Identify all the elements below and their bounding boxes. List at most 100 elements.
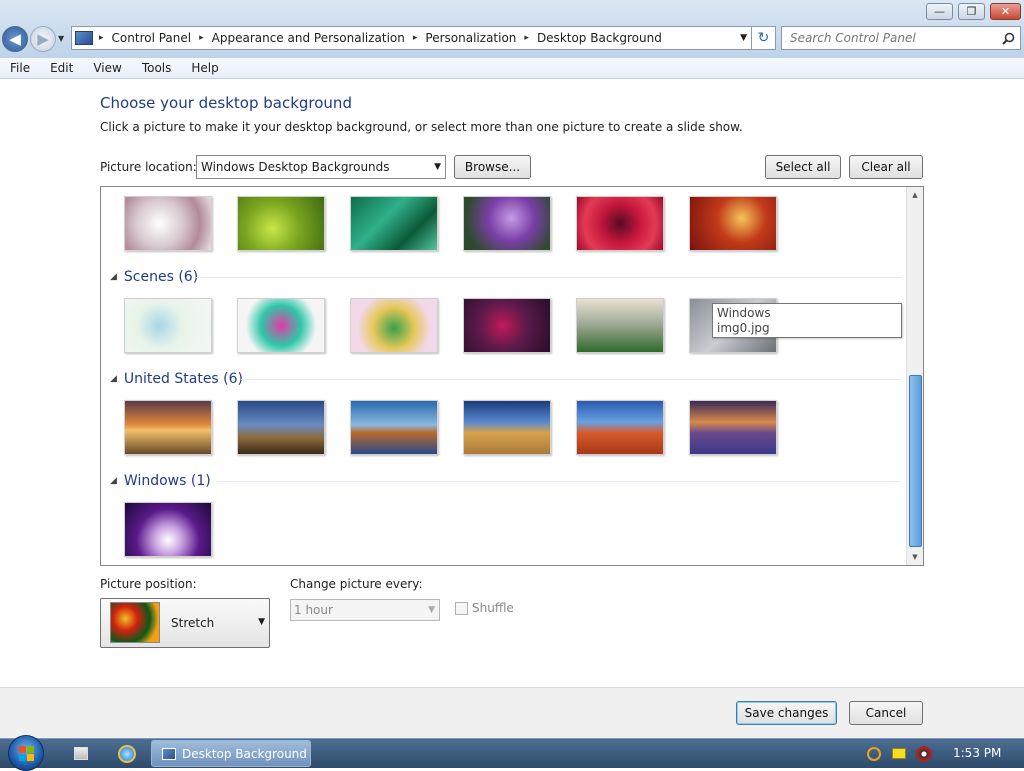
wallpaper-thumbnail[interactable]	[463, 298, 551, 353]
wallpaper-thumbnail[interactable]	[463, 400, 551, 455]
wallpaper-thumbnail[interactable]	[350, 298, 438, 353]
page-title: Choose your desktop background	[100, 94, 352, 112]
start-button[interactable]	[8, 735, 44, 771]
wallpaper-thumbnail[interactable]	[237, 400, 325, 455]
maximize-button[interactable]: ❐	[958, 3, 985, 20]
tray-volume-icon[interactable]	[916, 746, 932, 762]
picture-gallery[interactable]: ◢ Scenes (6) Windows img0.jpg ◢ United Sta…	[100, 186, 924, 566]
tooltip-line: img0.jpg	[717, 321, 770, 335]
wallpaper-thumbnail[interactable]	[350, 196, 438, 251]
scroll-up-arrow-icon[interactable]: ▲	[907, 187, 923, 203]
wallpaper-thumbnail[interactable]	[237, 298, 325, 353]
scroll-down-arrow-icon[interactable]: ▼	[907, 549, 923, 565]
breadcrumb-control-panel[interactable]: Control Panel	[112, 31, 192, 45]
thumbnail-tooltip: Windows img0.jpg	[712, 303, 902, 338]
menu-view[interactable]: View	[83, 61, 131, 75]
picture-position-select[interactable]: Stretch ▼	[100, 598, 270, 648]
menu-help[interactable]: Help	[181, 61, 228, 75]
address-bar[interactable]: ▸ Control Panel ▸ Appearance and Persona…	[71, 26, 776, 50]
internet-explorer-icon[interactable]	[118, 745, 136, 763]
tooltip-line: Windows	[717, 306, 771, 320]
browse-button[interactable]: Browse...	[454, 155, 531, 179]
maximize-icon: ❐	[966, 5, 977, 18]
group-divider	[241, 379, 901, 380]
show-desktop-quicklaunch-icon[interactable]	[74, 747, 88, 760]
shuffle-checkbox[interactable]	[455, 601, 468, 615]
group-label: Windows (1)	[123, 473, 211, 489]
taskbar: Desktop Background 1:53 PM	[0, 735, 1024, 771]
cancel-button[interactable]: Cancel	[849, 701, 923, 725]
tray-flag-icon[interactable]	[892, 748, 906, 759]
windows-logo-icon	[18, 745, 34, 761]
change-interval-select[interactable]: 1 hour ▼	[290, 599, 440, 621]
taskbar-clock[interactable]: 1:53 PM	[953, 746, 1001, 760]
wallpaper-thumbnail[interactable]	[576, 196, 664, 251]
wallpaper-thumbnail[interactable]	[124, 400, 212, 455]
wallpaper-thumbnail[interactable]	[237, 196, 325, 251]
stretch-preview-icon	[110, 602, 160, 643]
wallpaper-thumbnail[interactable]	[576, 400, 664, 455]
refresh-icon: ↻	[757, 30, 770, 46]
minimize-button[interactable]: —	[926, 3, 953, 20]
picture-location-select[interactable]: Windows Desktop Backgrounds ▼	[196, 155, 446, 179]
wallpaper-thumbnail[interactable]	[124, 196, 212, 251]
recent-pages-dropdown[interactable]: ▼	[58, 34, 64, 43]
breadcrumb-appearance[interactable]: Appearance and Personalization	[212, 31, 405, 45]
refresh-button[interactable]: ↻	[751, 26, 775, 50]
search-input[interactable]: Search Control Panel	[781, 26, 1021, 50]
collapse-triangle-icon[interactable]: ◢	[110, 374, 117, 384]
chevron-down-icon: ▼	[434, 162, 441, 172]
search-placeholder: Search Control Panel	[790, 31, 916, 45]
group-header-united-states[interactable]: ◢ United States (6)	[110, 369, 243, 389]
wallpaper-thumbnail[interactable]	[576, 298, 664, 353]
wallpaper-thumbnail[interactable]	[463, 196, 551, 251]
collapse-triangle-icon[interactable]: ◢	[110, 272, 117, 282]
menu-tools[interactable]: Tools	[132, 61, 182, 75]
clear-all-button[interactable]: Clear all	[849, 155, 923, 179]
menu-bar: File Edit View Tools Help	[0, 58, 1024, 79]
menu-edit[interactable]: Edit	[40, 61, 83, 75]
picture-position-value: Stretch	[171, 616, 215, 630]
wallpaper-thumbnail[interactable]	[689, 196, 777, 251]
back-arrow-icon: ◀	[9, 30, 21, 48]
picture-location-label: Picture location:	[100, 160, 197, 174]
group-header-scenes[interactable]: ◢ Scenes (6)	[110, 267, 198, 287]
breadcrumb-desktop-background[interactable]: Desktop Background	[537, 31, 662, 45]
forward-button[interactable]: ▶	[30, 26, 56, 52]
save-changes-button[interactable]: Save changes	[736, 701, 837, 725]
group-divider	[216, 481, 901, 482]
scroll-thumb[interactable]	[909, 375, 922, 547]
tray-search-icon[interactable]	[867, 747, 881, 761]
shuffle-option[interactable]: Shuffle	[455, 601, 514, 615]
wallpaper-thumbnail[interactable]	[124, 502, 212, 557]
back-button[interactable]: ◀	[2, 26, 28, 52]
taskbar-button-desktop-background[interactable]: Desktop Background	[151, 740, 311, 767]
picture-position-label: Picture position:	[100, 577, 197, 591]
page-subtitle: Click a picture to make it your desktop …	[100, 120, 743, 134]
wallpaper-thumbnail[interactable]	[689, 400, 777, 455]
search-icon[interactable]	[1002, 32, 1015, 45]
close-button[interactable]: ✕	[990, 3, 1021, 20]
chevron-down-icon: ▼	[258, 617, 265, 627]
gallery-scrollbar[interactable]: ▲ ▼	[906, 187, 923, 565]
select-all-button[interactable]: Select all	[765, 155, 841, 179]
breadcrumb-separator-icon: ▸	[412, 33, 418, 43]
wallpaper-thumbnail[interactable]	[350, 400, 438, 455]
breadcrumb-separator-icon: ▸	[524, 33, 529, 43]
breadcrumb-personalization[interactable]: Personalization	[425, 31, 516, 45]
menu-file[interactable]: File	[0, 61, 40, 75]
group-header-windows[interactable]: ◢ Windows (1)	[110, 471, 211, 491]
collapse-triangle-icon[interactable]: ◢	[110, 476, 117, 486]
chevron-down-icon: ▼	[428, 605, 435, 615]
change-interval-label: Change picture every:	[290, 577, 423, 591]
forward-arrow-icon: ▶	[37, 30, 49, 48]
control-panel-icon	[162, 747, 176, 760]
group-label: Scenes (6)	[123, 269, 199, 285]
close-icon: ✕	[1000, 5, 1011, 18]
dialog-footer: Save changes Cancel	[0, 687, 1024, 738]
control-panel-icon	[75, 31, 93, 45]
wallpaper-thumbnail[interactable]	[124, 298, 212, 353]
group-divider	[196, 277, 901, 278]
control-panel-window: — ❐ ✕ ◀ ▶ ▼ ▸ Control Panel ▸ Appearance…	[0, 0, 1024, 738]
address-dropdown-icon[interactable]: ▼	[740, 33, 747, 43]
